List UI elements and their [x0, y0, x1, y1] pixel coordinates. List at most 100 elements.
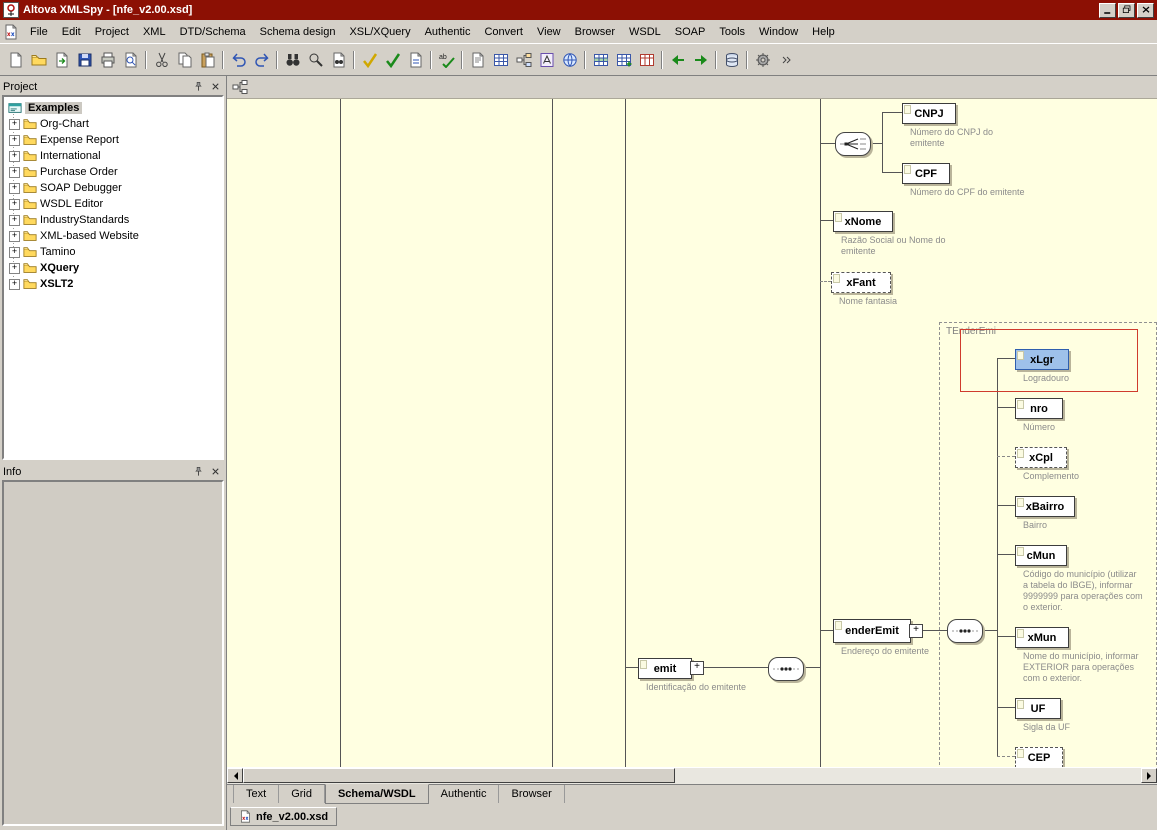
sidebar-item-industrystandards[interactable]: IndustryStandards — [7, 212, 220, 228]
element-UF[interactable]: UF — [1015, 698, 1061, 719]
menu-authentic[interactable]: Authentic — [418, 23, 478, 41]
close-icon[interactable] — [208, 80, 223, 93]
expand-icon[interactable] — [9, 183, 20, 194]
sidebar-item-purchase-order[interactable]: Purchase Order — [7, 164, 220, 180]
table-display-icon[interactable] — [635, 49, 658, 71]
check-wellformed-icon[interactable] — [358, 49, 381, 71]
table-append-icon[interactable] — [612, 49, 635, 71]
expand-icon[interactable] — [9, 215, 20, 226]
scroll-right-button[interactable] — [1141, 768, 1157, 783]
element-CNPJ[interactable]: CNPJ — [902, 103, 956, 124]
sidebar-item-xslt2[interactable]: XSLT2 — [7, 276, 220, 292]
pin-icon[interactable] — [191, 80, 206, 93]
scroll-left-button[interactable] — [227, 768, 243, 783]
menu-dtd-schema[interactable]: DTD/Schema — [173, 23, 253, 41]
element-CPF[interactable]: CPF — [902, 163, 950, 184]
menu-xsl-xquery[interactable]: XSL/XQuery — [342, 23, 417, 41]
restore-button[interactable] — [1118, 3, 1135, 18]
copy-icon[interactable] — [173, 49, 196, 71]
paste-icon[interactable] — [196, 49, 219, 71]
expand-icon[interactable] — [9, 279, 20, 290]
spell-check-icon[interactable]: ab — [435, 49, 458, 71]
text-view-icon[interactable] — [466, 49, 489, 71]
assign-schema-icon[interactable] — [404, 49, 427, 71]
element-CEP[interactable]: CEP — [1015, 747, 1063, 767]
menu-window[interactable]: Window — [752, 23, 805, 41]
sidebar-item-expense-report[interactable]: Expense Report — [7, 132, 220, 148]
undo-icon[interactable] — [227, 49, 250, 71]
tab-text[interactable]: Text — [233, 785, 279, 803]
element-xFant[interactable]: xFant — [831, 272, 891, 293]
expand-icon[interactable] — [9, 199, 20, 210]
element-xLgr[interactable]: xLgr — [1015, 349, 1069, 370]
reload-file-icon[interactable] — [50, 49, 73, 71]
expand-icon[interactable] — [9, 151, 20, 162]
menu-project[interactable]: Project — [88, 23, 136, 41]
menu-edit[interactable]: Edit — [55, 23, 88, 41]
tab-schema-wsdl[interactable]: Schema/WSDL — [325, 784, 429, 804]
options-icon[interactable] — [751, 49, 774, 71]
element-xMun[interactable]: xMun — [1015, 627, 1069, 648]
save-file-icon[interactable] — [73, 49, 96, 71]
menu-file[interactable]: File — [23, 23, 55, 41]
app-icon[interactable] — [3, 2, 19, 18]
tab-grid[interactable]: Grid — [279, 785, 325, 803]
toolbar-more-icon[interactable] — [774, 49, 797, 71]
menu-help[interactable]: Help — [805, 23, 842, 41]
prev-step-icon[interactable] — [666, 49, 689, 71]
menu-view[interactable]: View — [530, 23, 568, 41]
sidebar-item-xml-based-website[interactable]: XML-based Website — [7, 228, 220, 244]
menu-tools[interactable]: Tools — [712, 23, 752, 41]
browser-view-icon[interactable] — [558, 49, 581, 71]
minimize-button[interactable] — [1099, 3, 1116, 18]
scrollbar-track[interactable] — [243, 768, 1141, 784]
pin-icon[interactable] — [191, 465, 206, 478]
close-icon[interactable] — [208, 465, 223, 478]
display-diagram-icon[interactable] — [230, 77, 250, 97]
menu-convert[interactable]: Convert — [477, 23, 530, 41]
choice-compositor-icon[interactable] — [835, 132, 871, 156]
new-file-icon[interactable] — [4, 49, 27, 71]
sidebar-item-tamino[interactable]: Tamino — [7, 244, 220, 260]
expand-icon[interactable] — [9, 167, 20, 178]
element-xNome[interactable]: xNome — [833, 211, 893, 232]
expand-icon[interactable] — [9, 119, 20, 130]
element-enderEmit[interactable]: enderEmit — [833, 619, 911, 643]
sidebar-item-xquery[interactable]: XQuery — [7, 260, 220, 276]
authentic-view-icon[interactable] — [535, 49, 558, 71]
print-icon[interactable] — [96, 49, 119, 71]
schema-design-view-icon[interactable] — [512, 49, 535, 71]
menu-schema-design[interactable]: Schema design — [253, 23, 343, 41]
grid-view-icon[interactable] — [489, 49, 512, 71]
tab-authentic[interactable]: Authentic — [429, 785, 500, 803]
element-cMun[interactable]: cMun — [1015, 545, 1067, 566]
redo-icon[interactable] — [250, 49, 273, 71]
tab-browser[interactable]: Browser — [499, 785, 564, 803]
find-next-icon[interactable] — [304, 49, 327, 71]
expand-icon[interactable] — [690, 661, 704, 675]
database-query-icon[interactable] — [720, 49, 743, 71]
sequence-compositor-icon[interactable] — [768, 657, 804, 681]
element-xBairro[interactable]: xBairro — [1015, 496, 1075, 517]
sidebar-item-soap-debugger[interactable]: SOAP Debugger — [7, 180, 220, 196]
sidebar-item-org-chart[interactable]: Org-Chart — [7, 116, 220, 132]
expand-icon[interactable] — [909, 624, 923, 638]
document-icon[interactable] — [3, 24, 20, 40]
scrollbar-thumb[interactable] — [243, 768, 675, 783]
next-step-icon[interactable] — [689, 49, 712, 71]
element-emit[interactable]: emit — [638, 658, 692, 679]
sequence-compositor-icon[interactable] — [947, 619, 983, 643]
cut-icon[interactable] — [150, 49, 173, 71]
menu-xml[interactable]: XML — [136, 23, 173, 41]
find-icon[interactable] — [281, 49, 304, 71]
print-preview-icon[interactable] — [119, 49, 142, 71]
expand-icon[interactable] — [9, 263, 20, 274]
close-button[interactable] — [1137, 3, 1154, 18]
sidebar-item-international[interactable]: International — [7, 148, 220, 164]
find-in-files-icon[interactable] — [327, 49, 350, 71]
expand-icon[interactable] — [9, 135, 20, 146]
table-insert-icon[interactable] — [589, 49, 612, 71]
element-nro[interactable]: nro — [1015, 398, 1063, 419]
project-root-item[interactable]: Examples — [6, 100, 220, 115]
sidebar-item-wsdl-editor[interactable]: WSDL Editor — [7, 196, 220, 212]
